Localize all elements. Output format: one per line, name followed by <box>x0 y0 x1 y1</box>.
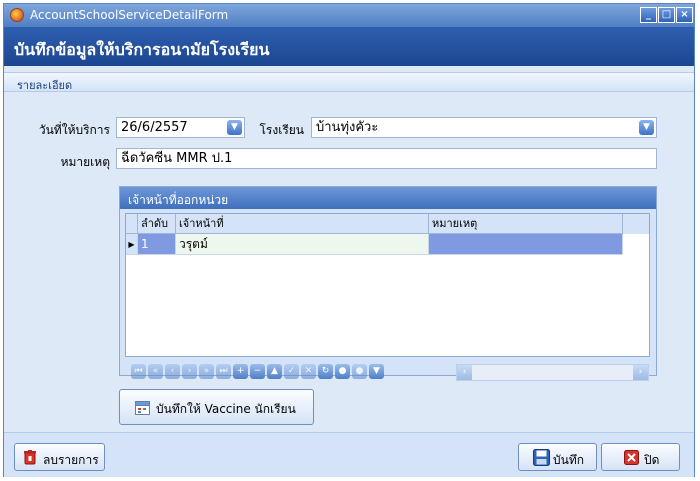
staff-group-title: เจ้าหน้าที่ออกหน่วย <box>128 193 229 207</box>
page-title: บันทึกข้อมูลให้บริการอนามัยโรงเรียน <box>14 40 270 59</box>
column-header-note[interactable]: หมายเหตุ <box>429 214 623 234</box>
save-button[interactable]: บันทึก <box>518 443 597 471</box>
note-label: หมายเหตุ <box>60 155 110 169</box>
note-input[interactable]: ฉีดวัคซีน MMR ป.1 <box>116 148 657 169</box>
staff-grid[interactable]: ลำดับ เจ้าหน้าที่ หมายเหตุ ▶ 1 วรุตม์ ⏮ … <box>125 213 650 381</box>
goto-bookmark-icon[interactable]: ● <box>352 364 367 379</box>
next-record-icon[interactable]: › <box>182 364 197 379</box>
details-section-label: รายละเอียด <box>17 79 73 92</box>
minimize-button[interactable]: _ <box>640 7 657 23</box>
filter-icon[interactable]: ▼ <box>369 364 384 379</box>
first-page-icon[interactable]: ⏮ <box>131 364 146 379</box>
delete-record-button[interactable]: ลบรายการ <box>14 443 105 471</box>
delete-record-label: ลบรายการ <box>43 453 99 467</box>
details-section-bar: รายละเอียด <box>4 72 694 92</box>
cancel-record-icon[interactable]: ✕ <box>301 364 316 379</box>
chevron-down-icon[interactable]: ▼ <box>227 120 242 135</box>
chevron-down-icon[interactable]: ▼ <box>639 120 654 135</box>
add-record-icon[interactable]: + <box>233 364 248 379</box>
close-button[interactable]: ปิด <box>601 443 680 471</box>
row-indicator-header <box>126 214 138 234</box>
school-value: บ้านทุ่งคัวะ <box>316 120 379 135</box>
save-bookmark-icon[interactable]: ● <box>335 364 350 379</box>
prev-page-icon[interactable]: « <box>148 364 163 379</box>
note-value: ฉีดวัคซีน MMR ป.1 <box>121 151 233 166</box>
service-date-value: 26/6/2557 <box>121 120 188 135</box>
school-label: โรงเรียน <box>259 123 304 137</box>
footer-bar: ลบรายการ บันทึก ปิด <box>4 432 694 477</box>
table-cell-no[interactable]: 1 <box>138 234 176 255</box>
form-header: บันทึกข้อมูลให้บริการอนามัยโรงเรียน <box>4 27 694 66</box>
next-page-icon[interactable]: » <box>199 364 214 379</box>
row-indicator-icon[interactable]: ▶ <box>126 234 138 255</box>
grid-header-row: ลำดับ เจ้าหน้าที่ หมายเหตุ <box>126 214 649 234</box>
table-cell-note[interactable] <box>429 234 623 255</box>
title-bar[interactable]: AccountSchoolServiceDetailForm _ □ × <box>4 4 694 27</box>
post-record-icon[interactable]: ✓ <box>284 364 299 379</box>
close-icon <box>624 450 639 465</box>
close-label: ปิด <box>644 453 660 467</box>
school-combo[interactable]: บ้านทุ่งคัวะ ▼ <box>311 117 657 138</box>
refresh-icon[interactable]: ↻ <box>318 364 333 379</box>
staff-group: เจ้าหน้าที่ออกหน่วย ลำดับ เจ้าหน้าที่ หม… <box>119 186 657 381</box>
close-window-button[interactable]: × <box>676 7 693 23</box>
table-cell-staff[interactable]: วรุตม์ <box>176 234 429 255</box>
scroll-right-icon[interactable]: › <box>633 365 648 380</box>
service-date-picker[interactable]: 26/6/2557 ▼ <box>116 117 245 138</box>
column-header-staff[interactable]: เจ้าหน้าที่ <box>176 214 429 234</box>
edit-record-icon[interactable]: ▲ <box>267 364 282 379</box>
prev-record-icon[interactable]: ‹ <box>165 364 180 379</box>
delete-record-icon[interactable]: − <box>250 364 265 379</box>
staff-group-header: เจ้าหน้าที่ออกหน่วย <box>120 187 656 209</box>
horizontal-scrollbar[interactable]: ‹ › <box>456 364 649 381</box>
trash-icon <box>24 450 36 465</box>
scroll-left-icon[interactable]: ‹ <box>457 365 472 380</box>
record-vaccine-label: บันทึกให้ Vaccine นักเรียน <box>156 402 296 416</box>
app-icon <box>10 8 24 22</box>
save-icon <box>533 449 550 466</box>
window-title: AccountSchoolServiceDetailForm <box>30 8 229 22</box>
record-vaccine-button[interactable]: บันทึกให้ Vaccine นักเรียน <box>119 389 314 425</box>
calendar-icon <box>135 401 150 415</box>
column-header-no[interactable]: ลำดับ <box>138 214 176 234</box>
last-page-icon[interactable]: ⏭ <box>216 364 231 379</box>
save-label: บันทึก <box>553 453 584 467</box>
service-date-label: วันที่ให้บริการ <box>38 123 110 137</box>
form-window: AccountSchoolServiceDetailForm _ □ × บัน… <box>3 3 695 477</box>
maximize-button[interactable]: □ <box>658 7 675 23</box>
